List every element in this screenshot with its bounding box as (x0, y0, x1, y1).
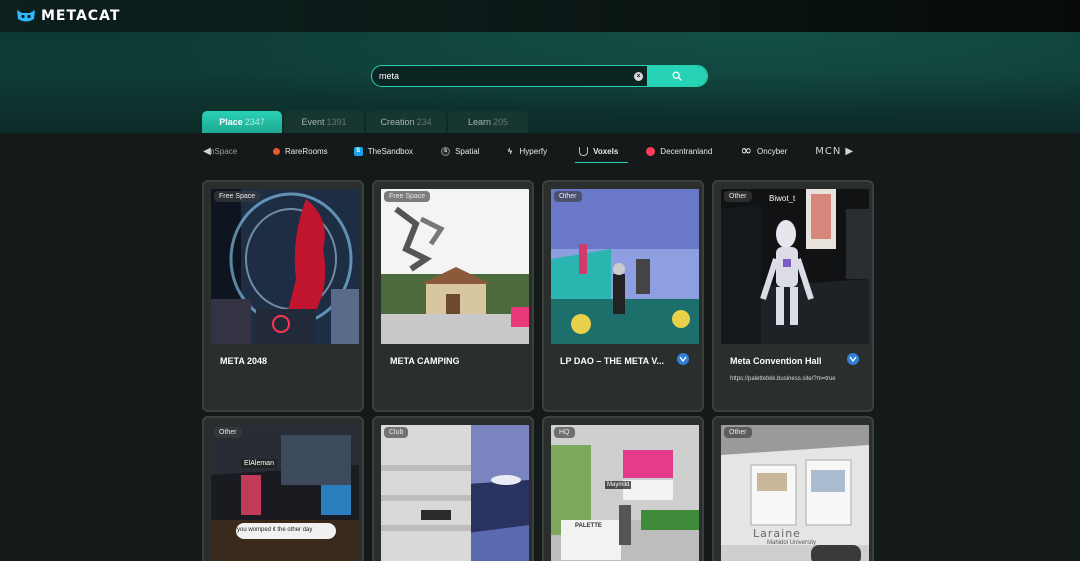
category-badge: Other (724, 427, 752, 438)
tab-count: 1391 (326, 117, 347, 127)
card-thumbnail: Free Space (381, 189, 529, 344)
scene-image (211, 189, 359, 344)
place-card[interactable]: Other ElAleman you womped it the other d… (202, 416, 364, 561)
scene-image (211, 425, 359, 561)
platform-label: Decentranland (660, 146, 713, 156)
search-bar: × (371, 65, 708, 87)
place-card[interactable]: Other Laraine Mahidol University (712, 416, 874, 561)
cat-logo-icon (17, 10, 35, 22)
search-input[interactable] (372, 66, 634, 86)
platform-hyperfy[interactable]: ϟ Hyperfy (506, 142, 548, 160)
card-thumbnail: Other (551, 189, 699, 344)
scene-image (551, 189, 699, 344)
card-title: META CAMPING (390, 356, 460, 366)
search-button[interactable] (647, 66, 707, 86)
lightning-icon: ϟ (507, 146, 513, 156)
chat-bubble: you womped it the other day (237, 527, 313, 533)
category-badge: Free Space (214, 191, 261, 202)
close-icon[interactable]: × (634, 71, 643, 81)
platform-label: TheSandbox (367, 146, 414, 156)
place-card[interactable]: Other LP DAO – THE META V... (542, 180, 704, 412)
scene-image (721, 189, 869, 344)
sign-label: Laraine (753, 527, 801, 540)
voxels-platform-icon (677, 353, 689, 365)
tab-place[interactable]: Place 2347 (202, 111, 282, 133)
rarerooms-icon (273, 147, 280, 155)
tab-count: 234 (416, 117, 432, 127)
card-thumbnail: Other ElAleman you womped it the other d… (211, 425, 359, 561)
category-badge: Other (724, 191, 752, 202)
platform-label: Oncyber (757, 146, 788, 156)
category-badge: Other (554, 191, 582, 202)
place-card[interactable]: Free Space META CAMPING (372, 180, 534, 412)
platform-spatial[interactable]: s Spatial (441, 142, 480, 160)
top-bar: METACAT (0, 0, 1080, 32)
category-badge: Club (384, 427, 409, 438)
platform-label: ZmSpace (211, 146, 238, 156)
avatar-name-label: Biwot_t (769, 194, 796, 203)
scene-image (381, 189, 529, 344)
scene-image (381, 425, 529, 561)
card-title: Meta Convention Hall (730, 356, 822, 366)
voxels-platform-icon (847, 353, 859, 365)
tab-count: 205 (493, 117, 509, 127)
brand-name: METACAT (41, 8, 121, 24)
infinity-icon: ∞ (740, 143, 753, 159)
category-tabs: Place 2347 Event 1391 Creation 234 Learn 205 (202, 111, 530, 133)
category-badge: Free Space (384, 191, 431, 202)
tab-label: Learn (467, 117, 491, 127)
tab-learn[interactable]: Learn 205 (448, 111, 528, 133)
decentraland-icon (646, 146, 656, 156)
platform-zmspace[interactable]: ZmSpace (211, 142, 247, 160)
platform-mcn[interactable]: MCN (815, 142, 843, 160)
tab-label: Place (219, 117, 243, 127)
card-thumbnail: Other Biwot_t (721, 189, 869, 344)
scene-image (551, 425, 699, 561)
tab-event[interactable]: Event 1391 (284, 111, 364, 133)
tab-label: Event (301, 117, 325, 127)
place-card[interactable]: HQ PALETTE Maymild (542, 416, 704, 561)
sign-label: PALETTE (575, 523, 602, 529)
avatar-name-label: ElAleman (241, 459, 277, 468)
place-card[interactable]: Free Space META 2048 (202, 180, 364, 412)
tab-count: 2347 (244, 117, 265, 127)
platform-voxels[interactable]: Voxels (575, 142, 629, 163)
category-badge: Other (214, 427, 242, 438)
platform-label: RareRooms (285, 146, 328, 156)
spatial-icon: s (441, 146, 451, 156)
platform-thesandbox[interactable]: S TheSandbox (353, 142, 414, 160)
tab-label: Creation (380, 117, 415, 127)
platform-label: Hyperfy (519, 146, 548, 156)
card-title: META 2048 (220, 356, 268, 366)
card-thumbnail: HQ PALETTE Maymild (551, 425, 699, 561)
tab-creation[interactable]: Creation 234 (366, 111, 446, 133)
place-card[interactable]: Club (372, 416, 534, 561)
logo[interactable]: METACAT (16, 8, 120, 24)
platform-oncyber[interactable]: ∞ Oncyber (740, 142, 787, 160)
card-thumbnail: Free Space (211, 189, 359, 344)
search-icon (672, 71, 682, 81)
scroll-right-arrow-icon[interactable]: ▶ (845, 146, 853, 157)
voxels-icon (579, 146, 589, 156)
platform-filter-bar: ◀ ZmSpace RareRooms S TheSandbox s Spati… (203, 141, 877, 163)
card-thumbnail: Club (381, 425, 529, 561)
avatar-name-label: Maymild (605, 481, 632, 489)
card-title: LP DAO – THE META V... (560, 356, 665, 366)
card-thumbnail: Other Laraine Mahidol University (721, 425, 869, 561)
place-card[interactable]: Other Biwot_t Meta Convention Hall https… (712, 180, 874, 412)
scroll-left-arrow-icon[interactable]: ◀ (203, 146, 211, 157)
platform-rarerooms[interactable]: RareRooms (273, 142, 328, 160)
platform-label: MCN (815, 145, 842, 157)
platform-label: Spatial (455, 146, 480, 156)
sandbox-icon: S (353, 146, 363, 156)
platform-decentraland[interactable]: Decentranland (646, 142, 712, 160)
platform-label: Voxels (593, 146, 619, 156)
sign-caption: Mahidol University (767, 540, 817, 546)
category-badge: HQ (554, 427, 575, 438)
card-url[interactable]: https://palettebkk.business.site/?m=true (730, 376, 836, 382)
